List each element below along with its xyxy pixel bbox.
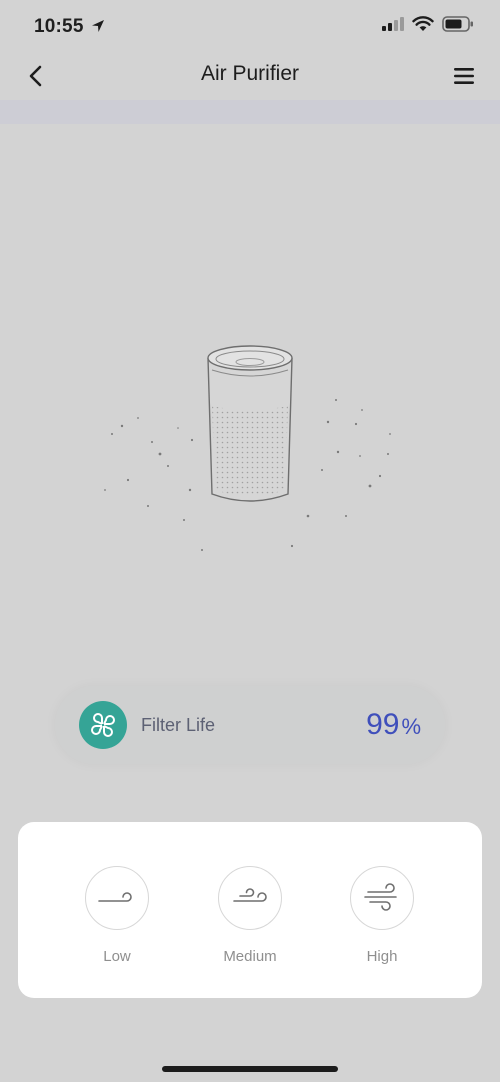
nav-divider — [0, 100, 500, 124]
status-icons — [382, 16, 474, 32]
wind-high-icon — [364, 883, 397, 911]
nav-bar: Air Purifier — [0, 52, 500, 100]
fan-speed-medium-button[interactable]: Medium — [205, 866, 295, 976]
home-indicator[interactable] — [162, 1066, 338, 1072]
cellular-signal-icon — [382, 17, 404, 31]
fan-speed-low-label: Low — [103, 948, 131, 965]
fan-speed-high-button[interactable]: High — [337, 866, 427, 976]
fan-speed-panel: Low Medium High — [18, 822, 482, 998]
filter-life-value: 99 % — [366, 708, 421, 742]
fan-speed-medium-circle[interactable] — [218, 866, 282, 930]
wind-low-icon — [98, 892, 132, 902]
air-purifier-illustration — [104, 345, 391, 551]
hamburger-menu-icon — [454, 68, 474, 84]
location-arrow-icon — [92, 20, 104, 32]
fan-speed-medium-label: Medium — [223, 948, 277, 965]
battery-icon — [442, 16, 473, 32]
page-title: Air Purifier — [200, 62, 300, 85]
fan-speed-low-button[interactable]: Low — [72, 866, 162, 976]
wind-medium-icon — [233, 888, 267, 902]
filter-clover-icon — [91, 713, 115, 737]
fan-speed-low-circle[interactable] — [85, 866, 149, 930]
filter-life-label: Filter Life — [141, 715, 216, 735]
fan-speed-high-circle[interactable] — [350, 866, 414, 930]
filter-life-card[interactable]: Filter Life 99 % — [55, 686, 445, 764]
filter-life-unit: % — [401, 714, 421, 739]
status-time: 10:55 — [34, 16, 84, 37]
menu-button[interactable] — [448, 60, 480, 92]
wifi-icon — [412, 16, 434, 31]
filter-icon-badge — [79, 701, 127, 749]
filter-life-number: 99 — [366, 708, 400, 741]
fan-speed-high-label: High — [366, 948, 398, 965]
status-bar: 10:55 — [0, 0, 500, 52]
